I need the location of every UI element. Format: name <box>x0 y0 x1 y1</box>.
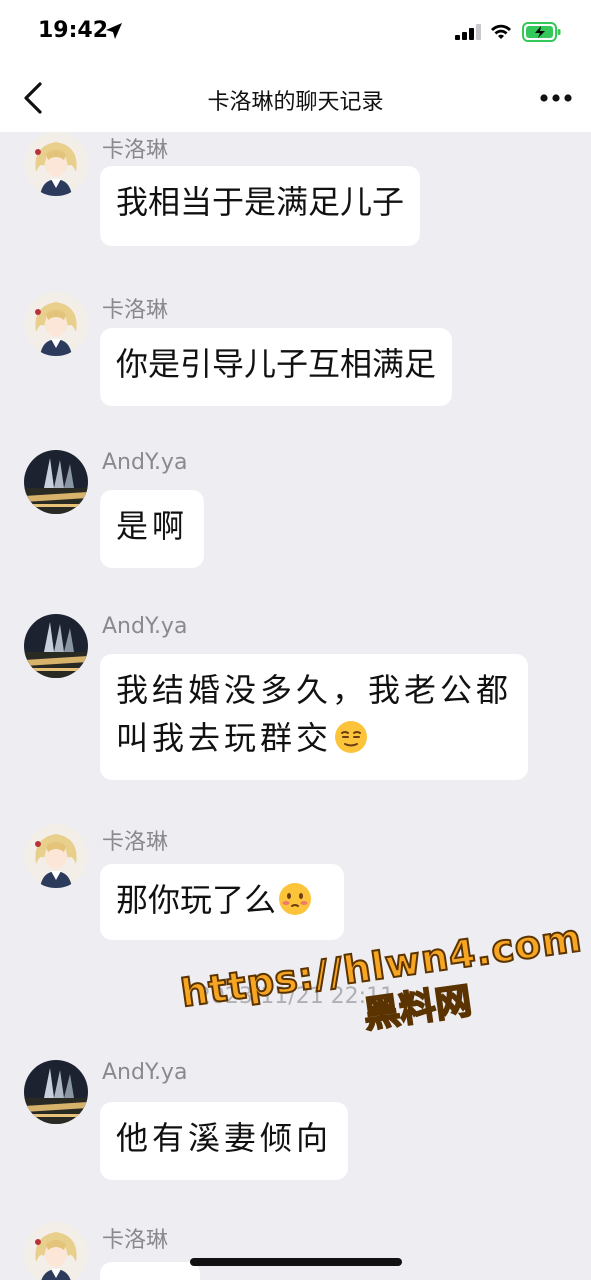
message-bubble[interactable]: 那你玩了么 <box>100 864 344 940</box>
sender-name: AndY.ya <box>102 1060 188 1085</box>
sender-name: AndY.ya <box>102 614 188 639</box>
anime-girl-avatar-icon <box>24 1222 88 1280</box>
wifi-icon <box>491 24 511 39</box>
chat-history-screen: 19:42 卡洛琳的聊天记录 卡洛琳 我相当于是满足儿子 卡洛琳 你是引导儿子互… <box>0 0 591 1280</box>
sender-name: AndY.ya <box>102 450 188 475</box>
avatar-andy[interactable] <box>24 1060 88 1124</box>
message-bubble[interactable] <box>100 1262 200 1280</box>
city-night-avatar-icon <box>24 1060 88 1124</box>
sender-name: 卡洛琳 <box>102 1228 169 1253</box>
sender-name: 卡洛琳 <box>102 830 169 855</box>
blushing-emoji-icon <box>279 883 312 915</box>
message-text-line: 叫我去玩群交 <box>116 719 333 757</box>
message-bubble[interactable]: 我相当于是满足儿子 <box>100 166 421 246</box>
sender-name: 卡洛琳 <box>102 138 169 163</box>
battery-charging-icon <box>522 22 561 42</box>
message-text: 那你玩了么 <box>116 881 277 919</box>
message-timestamp: 2023/11/21 22:11 <box>196 984 395 1009</box>
avatar-carolyn[interactable] <box>24 824 88 888</box>
message-bubble[interactable]: 是啊 <box>100 490 205 568</box>
message-bubble[interactable]: 我结婚没多久，我老公都 叫我去玩群交 <box>100 654 528 780</box>
sender-name: 卡洛琳 <box>102 298 169 323</box>
cellular-signal-icon <box>455 24 481 40</box>
message-text-line: 我结婚没多久，我老公都 <box>116 671 513 709</box>
city-night-avatar-icon <box>24 614 88 678</box>
avatar-andy[interactable] <box>24 450 88 514</box>
message-text: 是啊 <box>116 507 189 545</box>
avatar-carolyn[interactable] <box>24 132 88 196</box>
message-bubble[interactable]: 你是引导儿子互相满足 <box>100 328 453 406</box>
status-bar: 19:42 <box>0 0 591 64</box>
message-text: 他有溪妻倾向 <box>116 1119 333 1157</box>
chat-message-list: 卡洛琳 我相当于是满足儿子 卡洛琳 你是引导儿子互相满足 AndY.ya 是啊 … <box>0 132 591 1280</box>
anime-girl-avatar-icon <box>24 292 88 356</box>
message-text: 我相当于是满足儿子 <box>116 183 405 221</box>
location-arrow-icon <box>106 23 122 39</box>
avatar-carolyn[interactable] <box>24 292 88 356</box>
navigation-bar: 卡洛琳的聊天记录 <box>0 64 591 132</box>
avatar-andy[interactable] <box>24 614 88 678</box>
message-bubble[interactable]: 他有溪妻倾向 <box>100 1102 349 1180</box>
smirk-emoji-icon <box>335 721 368 753</box>
avatar-carolyn[interactable] <box>24 1222 88 1280</box>
message-text: 你是引导儿子互相满足 <box>116 345 437 383</box>
city-night-avatar-icon <box>24 450 88 514</box>
status-time: 19:42 <box>38 18 109 43</box>
home-indicator[interactable] <box>190 1258 402 1266</box>
anime-girl-avatar-icon <box>24 132 88 196</box>
page-title: 卡洛琳的聊天记录 <box>207 90 384 115</box>
more-options-icon[interactable] <box>536 82 576 114</box>
anime-girl-avatar-icon <box>24 824 88 888</box>
